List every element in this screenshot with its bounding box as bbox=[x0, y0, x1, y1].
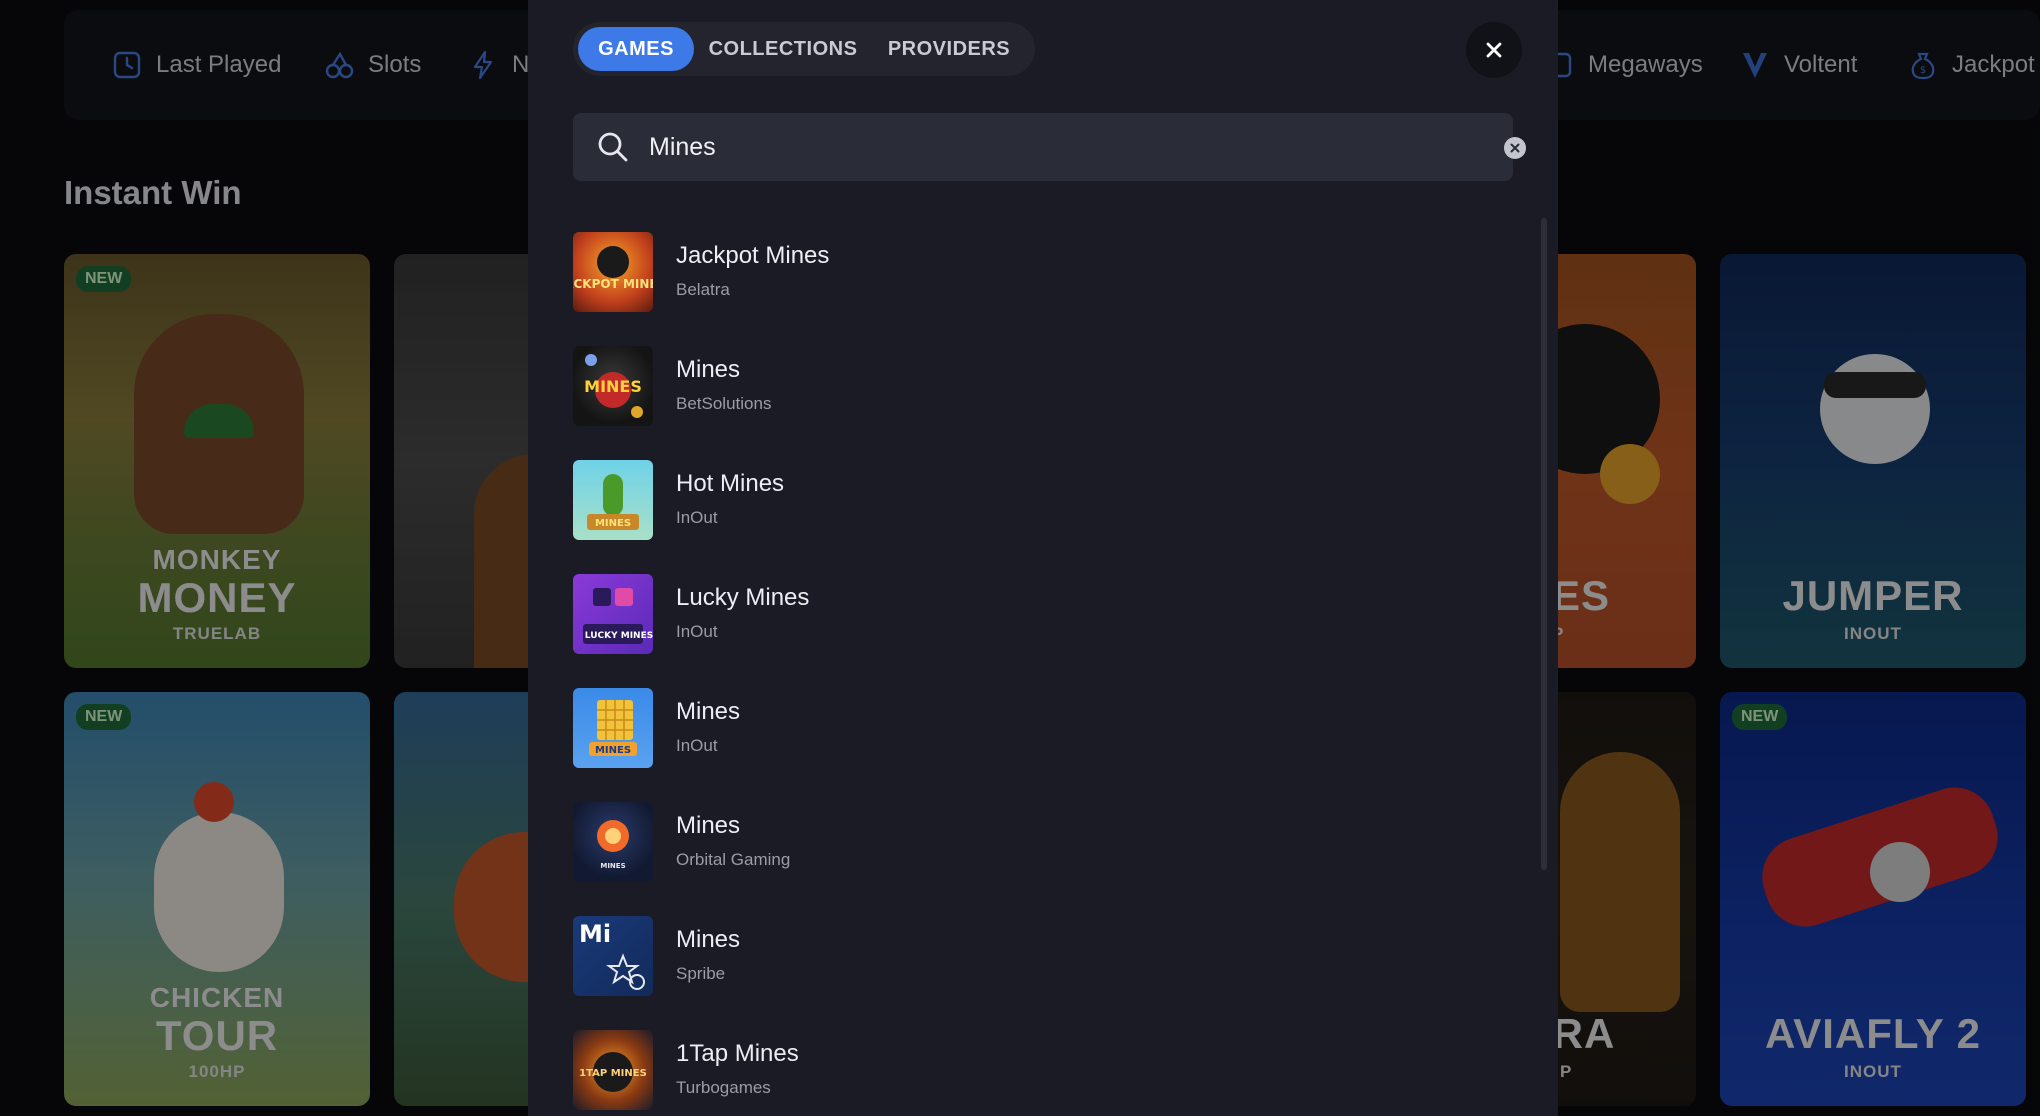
tile-title-small: CHICKEN bbox=[149, 982, 285, 1013]
nav-item-new[interactable]: N bbox=[468, 10, 529, 120]
game-thumbnail: 1TAP MINES bbox=[573, 1030, 653, 1110]
game-thumbnail: MINES bbox=[573, 802, 653, 882]
game-thumbnail: Mi bbox=[573, 916, 653, 996]
nav-item-megaways[interactable]: Megaways bbox=[1544, 10, 1703, 120]
thumbnail-text: LUCKY MINES bbox=[585, 631, 653, 641]
game-tile-jumper[interactable]: JUMPER INOUT bbox=[1720, 254, 2026, 668]
list-item[interactable]: 1TAP MINES 1Tap Mines Turbogames bbox=[573, 1024, 1473, 1114]
bomb-icon: JACKPOT MINES bbox=[573, 246, 653, 291]
search-bar bbox=[573, 113, 1526, 181]
search-modal: GAMES COLLECTIONS PROVIDERS JACKPOT MINE… bbox=[528, 0, 1558, 1116]
tab-collections[interactable]: COLLECTIONS bbox=[703, 27, 863, 71]
game-thumbnail: JACKPOT MINES bbox=[573, 232, 653, 312]
game-name: Mines bbox=[676, 812, 741, 839]
new-badge: NEW bbox=[76, 704, 132, 730]
game-provider: InOut bbox=[676, 508, 718, 527]
game-thumbnail: MINES bbox=[573, 460, 653, 540]
tile-title: TOUR bbox=[155, 1012, 279, 1059]
nav-item-voltent[interactable]: Voltent bbox=[1740, 10, 1857, 120]
bomb-icon: 1TAP MINES bbox=[579, 1052, 647, 1092]
close-icon bbox=[1486, 42, 1502, 58]
voltent-logo-icon bbox=[1743, 53, 1767, 78]
list-item[interactable]: MINES Mines Orbital Gaming bbox=[573, 796, 1473, 886]
game-name: Mines bbox=[676, 698, 741, 725]
list-item[interactable]: Mi Mines Spribe bbox=[573, 910, 1473, 1000]
game-provider: BetSolutions bbox=[676, 394, 772, 413]
results-scrollbar[interactable] bbox=[1541, 218, 1547, 870]
svg-text:$: $ bbox=[1920, 65, 1926, 76]
thumbnail-text: Mi bbox=[579, 920, 611, 948]
game-provider: Spribe bbox=[676, 964, 726, 983]
thumbnail-text: MINES bbox=[600, 862, 625, 870]
nav-item-last-played[interactable]: Last Played bbox=[112, 10, 281, 120]
game-tile-aviafly-2[interactable]: NEW AVIAFLY 2 INOUT bbox=[1720, 692, 2026, 1106]
list-item[interactable]: MINES Hot Mines InOut bbox=[573, 454, 1473, 544]
tab-games[interactable]: GAMES bbox=[578, 27, 694, 71]
game-provider: InOut bbox=[676, 736, 718, 755]
section-title: Instant Win bbox=[64, 174, 242, 211]
new-badge: NEW bbox=[76, 266, 132, 292]
lightning-icon bbox=[473, 50, 493, 80]
thumbnail-text: 1TAP MINES bbox=[579, 1068, 647, 1079]
cherry-icon bbox=[325, 51, 354, 79]
game-name: 1Tap Mines bbox=[676, 1040, 799, 1067]
list-item[interactable]: JACKPOT MINES Jackpot Mines Belatra bbox=[573, 226, 1473, 316]
thumbnail-text: MINES bbox=[595, 745, 631, 756]
modal-tabs: GAMES COLLECTIONS PROVIDERS bbox=[573, 22, 1035, 76]
game-tile-chicken-tour[interactable]: NEW CHICKEN TOUR 100HP bbox=[64, 692, 370, 1106]
lucky-mines-icon: LUCKY MINES bbox=[583, 588, 653, 644]
explosion-icon: MINES bbox=[597, 820, 629, 870]
thumbnail-text: MINES bbox=[595, 518, 631, 529]
nav-item-label: Megaways bbox=[1588, 51, 1703, 78]
game-provider: Turbogames bbox=[676, 1078, 771, 1097]
game-name: Jackpot Mines bbox=[676, 242, 830, 269]
search-input[interactable] bbox=[649, 127, 1409, 167]
game-tile-monkey-money[interactable]: NEW MONKEY MONEY TRUELAB bbox=[64, 254, 370, 668]
game-thumbnail: MINES bbox=[573, 688, 653, 768]
nav-item-label: Last Played bbox=[156, 51, 282, 78]
thumbnail-text: MINES bbox=[584, 377, 642, 396]
game-name: Mines bbox=[676, 356, 741, 383]
game-name: Lucky Mines bbox=[676, 584, 810, 611]
nav-item-label: N bbox=[512, 51, 530, 78]
bomb-icon: MINES bbox=[584, 354, 643, 418]
tile-provider: 100HP bbox=[188, 1062, 246, 1081]
list-item[interactable]: MINES Mines BetSolutions bbox=[573, 340, 1473, 430]
tile-provider: INOUT bbox=[1844, 1062, 1902, 1081]
casino-page: Last Played Slots N Megaways Voltent $ J… bbox=[0, 0, 2040, 1116]
tile-provider: TRUELAB bbox=[172, 624, 262, 643]
tile-title: MONEY bbox=[137, 574, 297, 621]
nav-item-label: Slots bbox=[368, 51, 422, 78]
new-badge: NEW bbox=[1732, 704, 1788, 730]
game-provider: InOut bbox=[676, 622, 718, 641]
game-thumbnail: LUCKY MINES bbox=[573, 574, 653, 654]
nav-item-label: Jackpot bbox=[1952, 51, 2035, 78]
list-item[interactable]: MINES Mines InOut bbox=[573, 682, 1473, 772]
tile-title: AVIAFLY 2 bbox=[1765, 1010, 1981, 1057]
game-thumbnail: MINES bbox=[573, 346, 653, 426]
clear-search-button[interactable] bbox=[1504, 137, 1526, 159]
mines-grid-icon: MINES bbox=[589, 700, 637, 756]
tile-title-small: MONKEY bbox=[152, 544, 282, 575]
thumbnail-text: JACKPOT MINES bbox=[573, 277, 653, 291]
game-name: Mines bbox=[676, 926, 741, 953]
game-provider: Belatra bbox=[676, 280, 730, 299]
nav-item-slots[interactable]: Slots bbox=[324, 10, 421, 120]
nav-item-jackpot[interactable]: $ Jackpot bbox=[1908, 10, 2035, 120]
list-item[interactable]: LUCKY MINES Lucky Mines InOut bbox=[573, 568, 1473, 658]
tile-title: JUMPER bbox=[1782, 572, 1964, 619]
nav-item-label: Voltent bbox=[1784, 51, 1858, 78]
clear-icon bbox=[1510, 143, 1520, 153]
money-bag-icon: $ bbox=[1911, 52, 1935, 80]
game-provider: Orbital Gaming bbox=[676, 850, 791, 869]
clock-icon bbox=[113, 51, 141, 79]
spribe-mines-icon: Mi bbox=[579, 920, 645, 990]
tab-providers[interactable]: PROVIDERS bbox=[873, 27, 1025, 71]
search-icon bbox=[598, 132, 628, 162]
game-name: Hot Mines bbox=[676, 470, 785, 497]
close-button[interactable] bbox=[1466, 22, 1522, 78]
tile-provider: INOUT bbox=[1844, 624, 1902, 643]
cactus-icon: MINES bbox=[587, 474, 639, 530]
